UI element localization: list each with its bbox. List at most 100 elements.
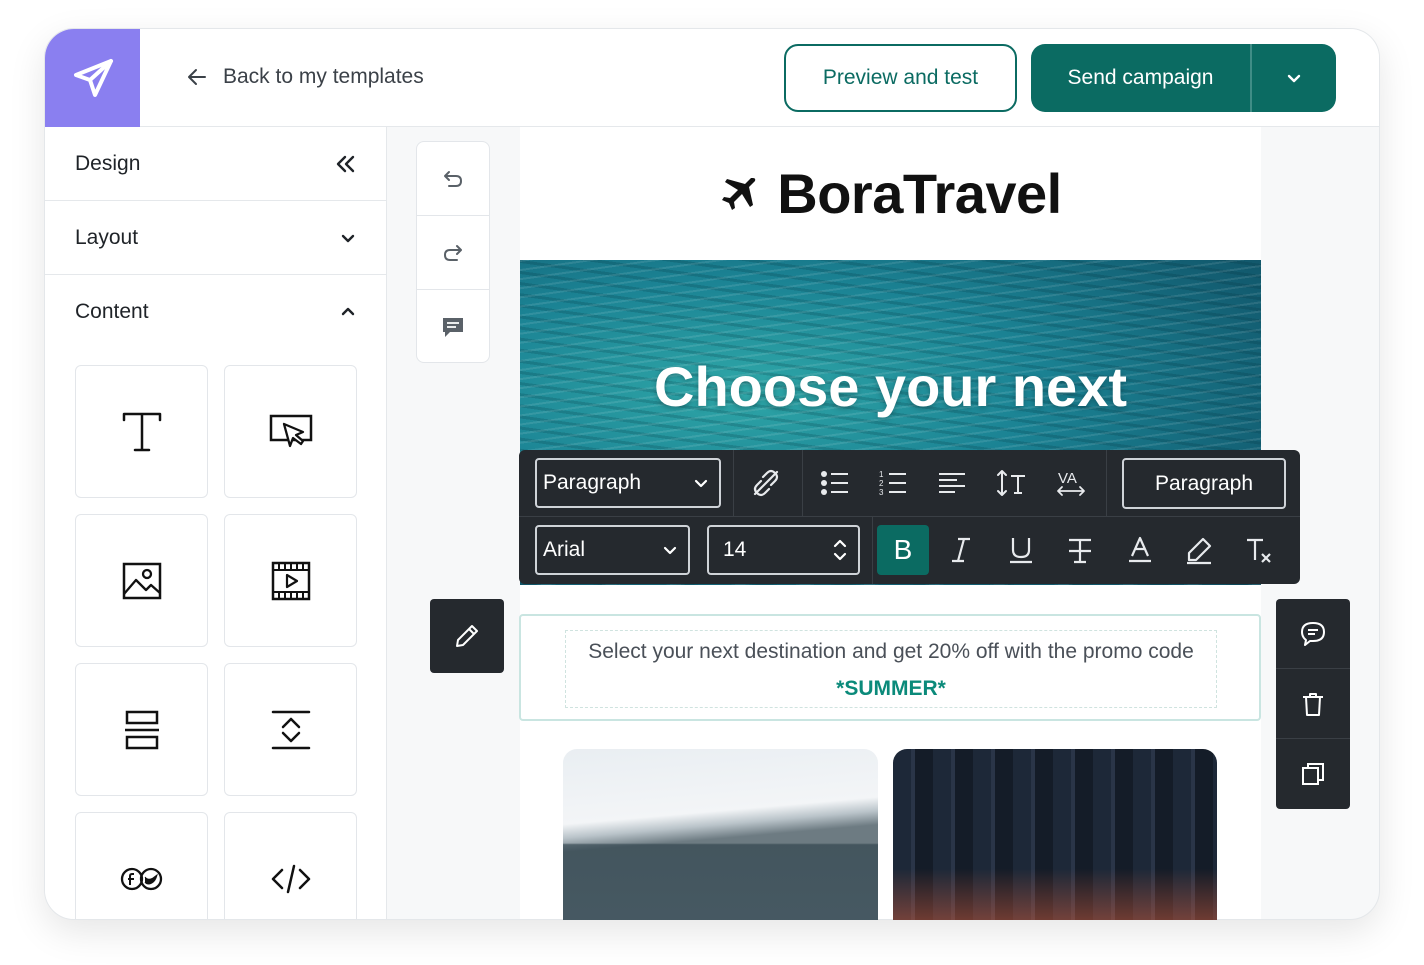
app-logo[interactable] — [45, 29, 140, 127]
layout-label: Layout — [75, 225, 139, 249]
letter-spacing-icon: VA — [1057, 470, 1085, 496]
content-blocks-grid — [75, 365, 359, 919]
edit-block-button[interactable] — [430, 599, 504, 673]
video-block-icon — [271, 561, 310, 600]
block-actions — [1276, 599, 1350, 809]
trash-icon — [1303, 692, 1323, 716]
design-label: Design — [75, 151, 141, 175]
body-text: Select your next destination and get 20%… — [588, 640, 1194, 663]
comment-bubble-icon — [1301, 621, 1325, 646]
duplicate-block-button[interactable] — [1276, 739, 1350, 809]
back-to-templates-link[interactable]: Back to my templates — [185, 65, 424, 89]
text-color-button[interactable] — [1118, 528, 1162, 572]
history-controls — [416, 141, 490, 363]
font-size-value: 14 — [723, 538, 747, 561]
font-family-select[interactable]: Arial — [535, 525, 690, 575]
arrow-left-icon — [188, 69, 206, 85]
editor-sidebar: Design Layout Content — [45, 127, 387, 919]
preview-and-test-button[interactable]: Preview and test — [784, 44, 1017, 112]
toolbar-separator — [802, 450, 803, 517]
promo-code: *SUMMER* — [836, 677, 946, 700]
divider-block-icon — [124, 710, 159, 749]
brand-name: BoraTravel — [777, 162, 1062, 225]
bullet-list-icon — [821, 471, 848, 495]
redo-icon — [444, 244, 462, 261]
button-block-tile[interactable] — [224, 365, 357, 498]
chevron-down-icon — [694, 479, 708, 488]
block-type-value: Paragraph — [543, 471, 642, 494]
italic-icon — [952, 537, 970, 563]
collapse-sidebar-icon[interactable] — [332, 153, 358, 175]
chevron-down-icon — [663, 546, 677, 555]
clear-format-icon — [1247, 538, 1271, 563]
video-block-tile[interactable] — [224, 514, 357, 647]
hero-title[interactable]: Choose your next — [520, 354, 1261, 419]
code-block-icon — [271, 864, 310, 893]
spacer-block-tile[interactable] — [224, 663, 357, 796]
font-size-stepper[interactable]: 14 — [707, 525, 860, 575]
strikethrough-icon — [1069, 538, 1091, 564]
sidebar-section-content[interactable]: Content — [45, 275, 386, 349]
highlighter-icon — [1187, 537, 1212, 565]
mountain-lake-photo[interactable] — [563, 749, 878, 920]
airplane-icon — [722, 177, 756, 210]
email-brand-header: BoraTravel — [520, 161, 1261, 226]
chevron-down-icon — [1287, 74, 1301, 83]
svg-text:2: 2 — [879, 479, 884, 488]
block-type-select[interactable]: Paragraph — [535, 458, 721, 508]
pencil-icon — [456, 625, 478, 647]
line-height-button[interactable] — [990, 461, 1034, 505]
comment-block-button[interactable] — [1276, 599, 1350, 669]
toolbar-row-2: Arial 14 B — [519, 517, 1300, 584]
numbered-list-button[interactable]: 1 2 3 — [871, 461, 915, 505]
clear-format-button[interactable] — [1237, 528, 1281, 572]
social-block-tile[interactable] — [75, 812, 208, 919]
duplicate-icon — [1302, 763, 1324, 785]
button-block-icon — [269, 414, 312, 447]
toolbar-separator — [872, 517, 873, 584]
align-left-icon — [939, 473, 965, 493]
bold-button[interactable]: B — [877, 525, 929, 575]
chevron-up-icon — [341, 307, 355, 316]
comment-icon — [443, 318, 463, 337]
image-block-icon — [122, 562, 161, 599]
top-bar: Back to my templates Preview and test Se… — [45, 29, 1379, 127]
send-campaign-button[interactable]: Send campaign — [1031, 44, 1252, 112]
bullet-list-button[interactable] — [813, 461, 857, 505]
toolbar-separator — [1106, 450, 1107, 517]
send-options-dropdown[interactable] — [1252, 44, 1336, 112]
sidebar-section-layout[interactable]: Layout — [45, 201, 386, 275]
text-block-icon — [122, 412, 161, 451]
selected-text-block[interactable]: Select your next destination and get 20%… — [519, 614, 1261, 721]
html-block-tile[interactable] — [224, 812, 357, 919]
italic-button[interactable] — [939, 528, 983, 572]
highlight-button[interactable] — [1177, 528, 1221, 572]
paragraph-style-button[interactable]: Paragraph — [1122, 458, 1286, 509]
toolbar-separator — [733, 450, 734, 517]
sidebar-section-design[interactable]: Design — [45, 127, 386, 201]
toolbar-row-1: Paragraph 1 2 3 VA Paragraph — [519, 450, 1300, 517]
text-block-tile[interactable] — [75, 365, 208, 498]
delete-block-button[interactable] — [1276, 669, 1350, 739]
stepper-arrows-icon[interactable] — [832, 537, 848, 563]
letter-spacing-button[interactable]: VA — [1049, 461, 1093, 505]
unlink-button[interactable] — [744, 461, 788, 505]
text-color-icon — [1129, 536, 1151, 563]
content-label: Content — [75, 300, 149, 323]
image-block-tile[interactable] — [75, 514, 208, 647]
divider-block-tile[interactable] — [75, 663, 208, 796]
paper-plane-icon — [73, 59, 113, 97]
city-skyline-photo[interactable] — [893, 749, 1217, 920]
comments-button[interactable] — [417, 290, 489, 364]
line-height-icon — [997, 470, 1025, 496]
align-left-button[interactable] — [930, 461, 974, 505]
font-family-value: Arial — [543, 538, 586, 561]
undo-button[interactable] — [417, 142, 489, 216]
strikethrough-button[interactable] — [1058, 528, 1102, 572]
redo-button[interactable] — [417, 216, 489, 290]
send-campaign-group: Send campaign — [1031, 44, 1336, 112]
text-block-content[interactable]: Select your next destination and get 20%… — [565, 630, 1217, 708]
underline-button[interactable] — [999, 528, 1043, 572]
numbered-list-icon: 1 2 3 — [879, 470, 906, 497]
undo-icon — [444, 170, 462, 187]
